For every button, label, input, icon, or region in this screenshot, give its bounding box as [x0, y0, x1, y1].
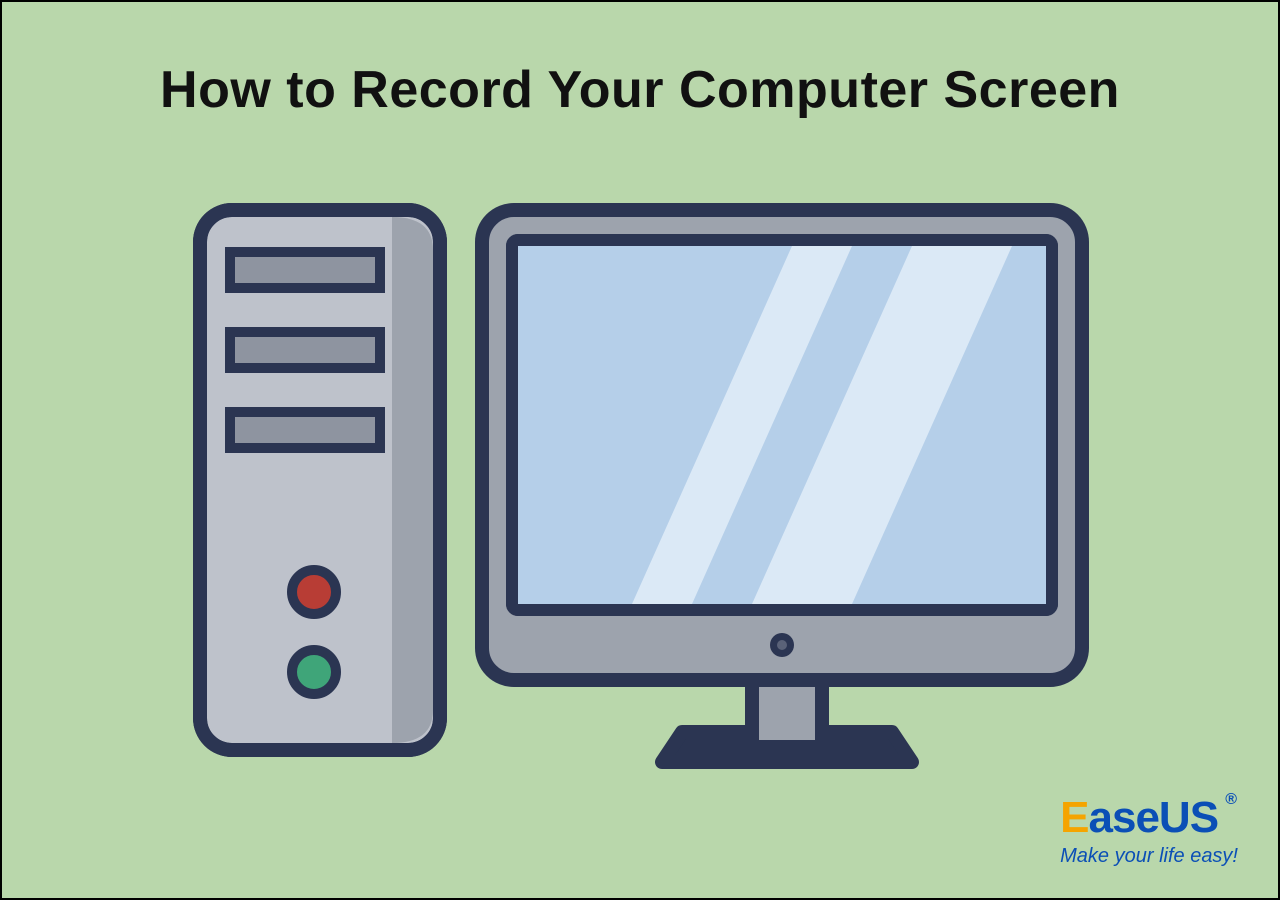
brand-text-ase: ase: [1089, 793, 1159, 842]
registered-icon: ®: [1225, 791, 1236, 809]
brand-text-us: US: [1159, 793, 1218, 842]
brand-logo: EaseUS ® Make your life easy!: [1060, 793, 1238, 868]
page-title: How to Record Your Computer Screen: [2, 60, 1278, 120]
brand-wordmark: EaseUS ®: [1060, 793, 1218, 843]
brand-letter-e: E: [1060, 793, 1088, 842]
monitor-icon: [482, 210, 1082, 762]
desktop-computer-icon: [192, 202, 1092, 792]
brand-tagline: Make your life easy!: [1060, 845, 1238, 868]
tower-icon: [200, 210, 440, 750]
